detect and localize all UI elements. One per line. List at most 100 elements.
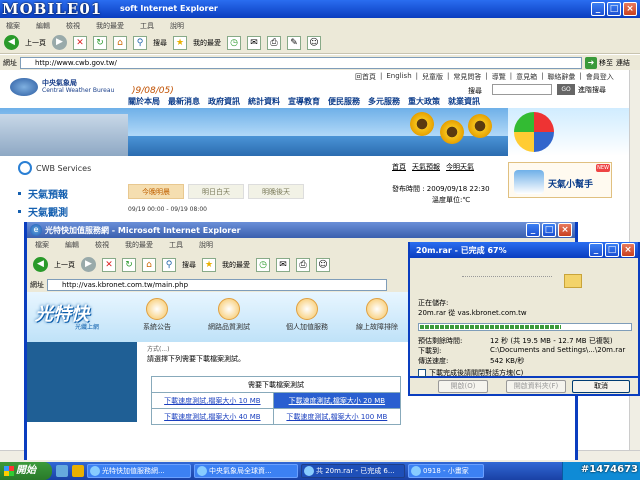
close-button[interactable]: × — [623, 2, 637, 16]
print-icon[interactable]: ⎙ — [267, 35, 281, 50]
favorites-icon[interactable]: ★ — [173, 35, 187, 50]
print-icon[interactable]: ⎙ — [296, 257, 310, 272]
quicklaunch-ie-icon[interactable] — [56, 465, 68, 477]
favorites-button[interactable]: 我的最愛 — [193, 38, 221, 48]
nav-announcements[interactable]: 系統公告 — [127, 298, 187, 332]
stop-icon[interactable]: ✕ — [73, 35, 87, 50]
nav-statistics[interactable]: 統計資料 — [248, 96, 280, 107]
advanced-search-link[interactable]: 進階搜尋 — [578, 85, 606, 95]
checkbox-box[interactable] — [418, 369, 426, 377]
crumb-today[interactable]: 今明天氣 — [446, 162, 474, 172]
nav-personal-services[interactable]: 個人加值服務 — [277, 298, 337, 332]
download-20mb-link[interactable]: 下載速度測試,檔案大小 20 MB — [272, 392, 402, 409]
site-search-input[interactable] — [492, 84, 552, 95]
home-icon[interactable]: ⌂ — [142, 257, 156, 272]
top-link-guide[interactable]: 導覽 — [492, 72, 506, 82]
close-on-complete-checkbox[interactable]: 下載完成後請關閉對話方塊(C) — [418, 368, 523, 378]
nav-news[interactable]: 最新消息 — [168, 96, 200, 107]
refresh-icon[interactable]: ↻ — [93, 35, 107, 50]
taskbar-item-download[interactable]: 共 20m.rar - 已完成 6... — [301, 464, 405, 478]
tab-tonight[interactable]: 今晚明晨 — [128, 184, 184, 199]
side-item-observation[interactable]: 天氣觀測 — [28, 204, 68, 219]
stop-icon[interactable]: ✕ — [102, 257, 116, 272]
nav-gov-info[interactable]: 政府資訊 — [208, 96, 240, 107]
menu-tools[interactable]: 工具 — [140, 21, 154, 32]
start-button[interactable]: 開始 — [0, 462, 52, 480]
menu-edit[interactable]: 編輯 — [65, 240, 79, 251]
download-40mb-link[interactable]: 下載速度測試,檔案大小 40 MB — [151, 408, 274, 425]
menu-file[interactable]: 檔案 — [6, 21, 20, 32]
nav-jobs[interactable]: 就業資訊 — [448, 96, 480, 107]
download-100mb-link[interactable]: 下載速度測試,檔案大小 100 MB — [272, 408, 402, 425]
close-button[interactable]: × — [558, 223, 572, 237]
minimize-button[interactable]: _ — [589, 243, 603, 257]
crumb-home[interactable]: 首頁 — [392, 162, 406, 172]
menu-tools[interactable]: 工具 — [169, 240, 183, 251]
menu-favorites[interactable]: 我的最愛 — [125, 240, 153, 251]
nav-education[interactable]: 宣導教育 — [288, 96, 320, 107]
minimize-button[interactable]: _ — [526, 223, 540, 237]
address-input[interactable]: http://www.cwb.gov.tw/ — [20, 56, 582, 69]
nav-multi-services[interactable]: 多元服務 — [368, 96, 400, 107]
taskbar-item-cwb[interactable]: 中央氣象局全球資... — [194, 464, 298, 478]
top-link-faq[interactable]: 常見問答 — [453, 72, 481, 82]
taskbar-item-paint[interactable]: 0918 - 小畫家 — [408, 464, 484, 478]
top-link-home[interactable]: 回首頁 — [355, 72, 376, 82]
crumb-forecast[interactable]: 天氣預報 — [412, 162, 440, 172]
links-label[interactable]: 連結 — [616, 58, 630, 68]
top-link-english[interactable]: English — [386, 72, 411, 82]
menu-file[interactable]: 檔案 — [35, 240, 49, 251]
back-icon[interactable]: ◀ — [4, 35, 19, 50]
top-link-kids[interactable]: 兒童版 — [422, 72, 443, 82]
forward-icon[interactable]: ▶ — [52, 35, 67, 50]
tab-next[interactable]: 明晚後天 — [248, 184, 304, 199]
messenger-icon[interactable]: ☺ — [316, 257, 330, 272]
taskbar-item-kbronet[interactable]: 光特快加值服務網... — [87, 464, 191, 478]
cancel-button[interactable]: 取消 — [572, 380, 630, 393]
nav-about[interactable]: 關於本局 — [128, 96, 160, 107]
open-folder-button[interactable]: 開啟資料夾(F) — [506, 380, 566, 393]
address-input[interactable]: http://vas.kbronet.com.tw/main.php — [47, 279, 387, 291]
close-button[interactable]: × — [621, 243, 635, 257]
forward-icon[interactable]: ▶ — [81, 257, 96, 272]
menu-view[interactable]: 檢視 — [95, 240, 109, 251]
download-10mb-link[interactable]: 下載速度測試,檔案大小 10 MB — [151, 392, 274, 409]
favorites-icon[interactable]: ★ — [202, 257, 216, 272]
nav-quality-test[interactable]: 網路品質測試 — [199, 298, 259, 332]
search-button[interactable]: 搜尋 — [182, 260, 196, 270]
menu-help[interactable]: 說明 — [199, 240, 213, 251]
maximize-button[interactable]: □ — [607, 2, 621, 16]
menu-view[interactable]: 檢視 — [66, 21, 80, 32]
search-icon[interactable]: ⚲ — [162, 257, 176, 272]
site-search-button[interactable]: GO — [557, 84, 575, 95]
history-icon[interactable]: ◷ — [256, 257, 270, 272]
open-button[interactable]: 開啟(O) — [438, 380, 488, 393]
nav-troubleshoot[interactable]: 線上故障排除 — [347, 298, 407, 332]
side-item-forecast[interactable]: 天氣預報 — [28, 186, 68, 201]
nav-policies[interactable]: 重大政策 — [408, 96, 440, 107]
cwb-logo[interactable] — [10, 78, 38, 96]
minimize-button[interactable]: _ — [591, 2, 605, 16]
search-icon[interactable]: ⚲ — [133, 35, 147, 50]
menu-edit[interactable]: 編輯 — [36, 21, 50, 32]
search-button[interactable]: 搜尋 — [153, 38, 167, 48]
top-link-feedback[interactable]: 意見箱 — [516, 72, 537, 82]
favorites-button[interactable]: 我的最愛 — [222, 260, 250, 270]
edit-icon[interactable]: ✎ — [287, 35, 301, 50]
maximize-button[interactable]: □ — [542, 223, 556, 237]
mail-icon[interactable]: ✉ — [276, 257, 290, 272]
top-link-glossary[interactable]: 聯絡辭彙 — [547, 72, 575, 82]
nav-services[interactable]: 便民服務 — [328, 96, 360, 107]
back-icon[interactable]: ◀ — [33, 257, 48, 272]
back-button[interactable]: 上一頁 — [54, 260, 75, 270]
maximize-button[interactable]: □ — [605, 243, 619, 257]
history-icon[interactable]: ◷ — [227, 35, 241, 50]
refresh-icon[interactable]: ↻ — [122, 257, 136, 272]
menu-favorites[interactable]: 我的最愛 — [96, 21, 124, 32]
quicklaunch-desktop-icon[interactable] — [72, 465, 84, 477]
go-button[interactable]: ➜ 移至 — [585, 56, 613, 69]
menu-help[interactable]: 說明 — [170, 21, 184, 32]
back-button[interactable]: 上一頁 — [25, 38, 46, 48]
top-link-login[interactable]: 會員登入 — [586, 72, 614, 82]
mail-icon[interactable]: ✉ — [247, 35, 261, 50]
